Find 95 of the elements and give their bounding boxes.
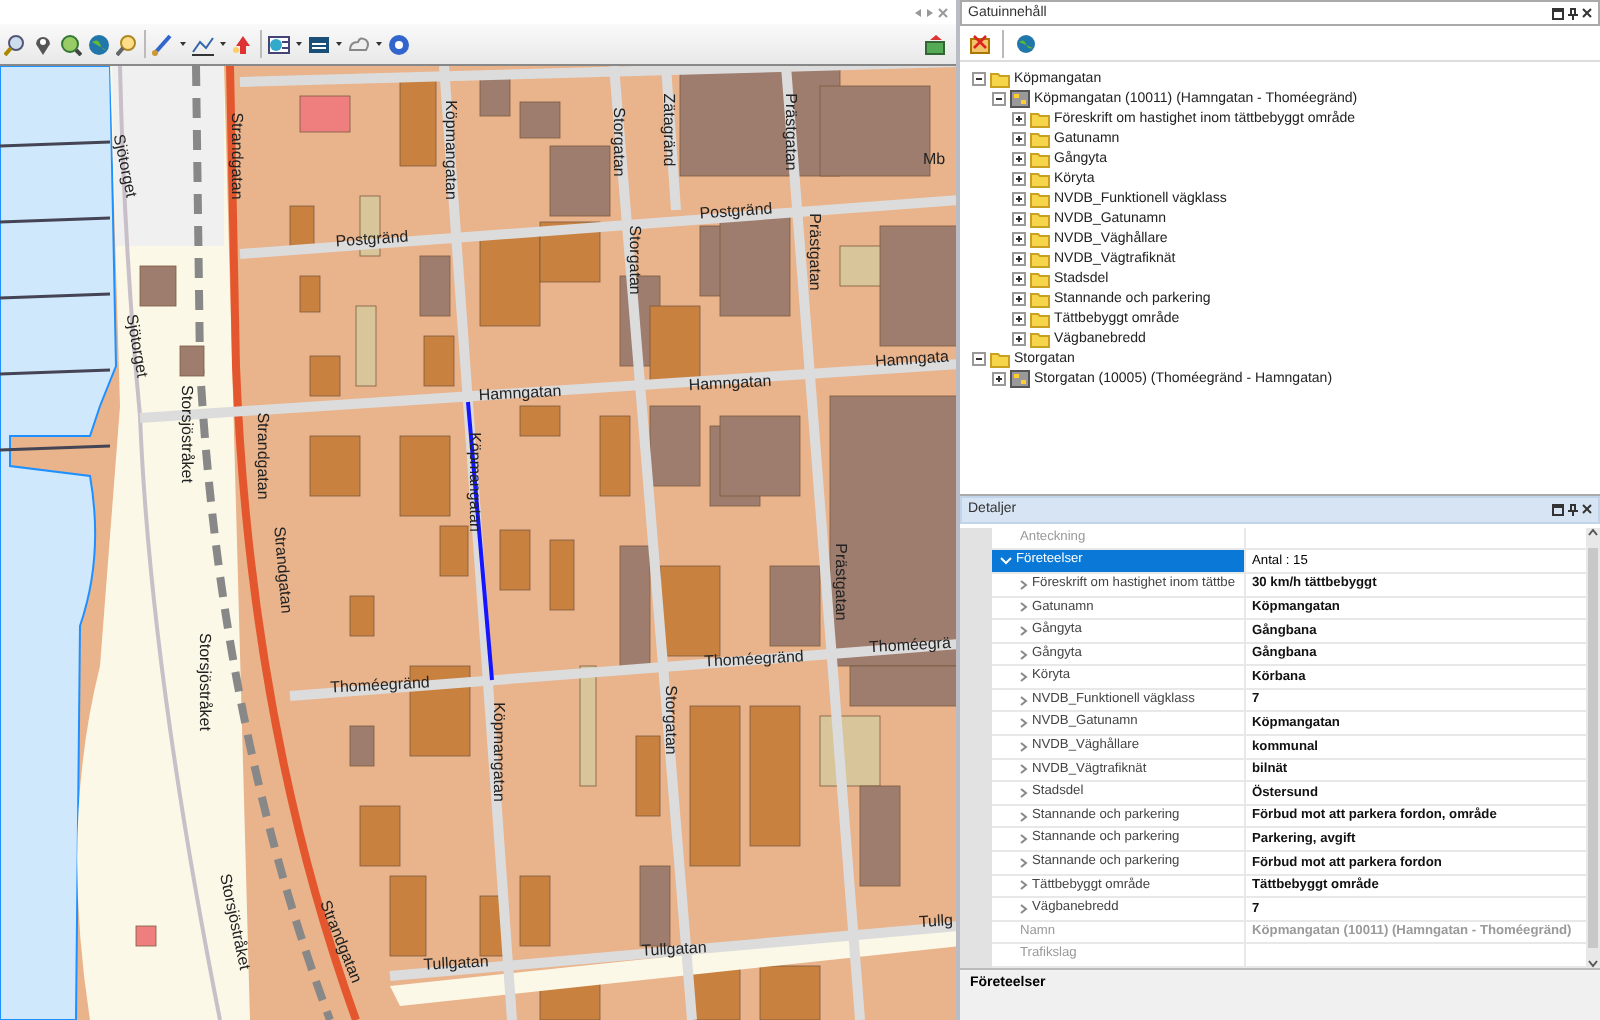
- expand-icon[interactable]: [1012, 171, 1026, 185]
- chevron-right-icon[interactable]: [1020, 741, 1028, 752]
- zoom-extent-icon[interactable]: [60, 33, 82, 55]
- chevron-right-icon[interactable]: [1020, 579, 1028, 590]
- scroll-right-icon[interactable]: [926, 7, 934, 17]
- street-label: Strandgatan: [254, 412, 270, 500]
- chevron-down-icon[interactable]: [1000, 556, 1012, 567]
- street-label: Prästgatan: [832, 543, 848, 621]
- expand-icon[interactable]: [1012, 291, 1026, 305]
- expand-icon[interactable]: [1012, 111, 1026, 125]
- close-icon[interactable]: [1582, 8, 1592, 19]
- dropdown-caret-icon[interactable]: [220, 42, 226, 46]
- chevron-right-icon[interactable]: [1020, 834, 1028, 845]
- street-label: Köpmangatan: [442, 100, 458, 200]
- table-icon[interactable]: [308, 33, 330, 55]
- street-label: Tullg: [918, 913, 954, 931]
- dropdown-caret-icon[interactable]: [336, 42, 342, 46]
- street-label: Strandgatan: [228, 112, 244, 200]
- scroll-up-icon[interactable]: [1588, 527, 1598, 536]
- dropdown-caret-icon[interactable]: [296, 42, 302, 46]
- maximize-icon[interactable]: [1552, 503, 1564, 516]
- collapse-icon[interactable]: [992, 91, 1006, 105]
- street-label: Prästgatan: [806, 213, 822, 291]
- street-label: Thoméegrä: [868, 635, 952, 657]
- street-label: Köpmangatan: [490, 702, 506, 802]
- globe-icon[interactable]: [1016, 33, 1036, 54]
- expand-icon[interactable]: [1012, 311, 1026, 325]
- dropdown-caret-icon[interactable]: [180, 42, 186, 46]
- street-label: Storgatan: [662, 685, 678, 755]
- expand-icon[interactable]: [1012, 271, 1026, 285]
- pin-icon[interactable]: [1568, 7, 1578, 20]
- scroll-down-icon[interactable]: [1588, 960, 1598, 969]
- zoom-icon[interactable]: [4, 33, 26, 55]
- street-label: Tullgatan: [641, 940, 707, 960]
- grid-icon: [1010, 369, 1030, 387]
- street-label: Storsjöstråket: [196, 633, 212, 731]
- chevron-right-icon[interactable]: [1020, 672, 1028, 683]
- chevron-right-icon[interactable]: [1020, 649, 1028, 659]
- chevron-right-icon[interactable]: [1020, 695, 1028, 706]
- pin-icon[interactable]: [1568, 503, 1578, 516]
- street-label: Postgränd: [335, 229, 409, 251]
- brush-icon[interactable]: [152, 33, 174, 55]
- expand-icon[interactable]: [992, 371, 1006, 385]
- collapse-icon[interactable]: [972, 351, 986, 365]
- scroll-left-icon[interactable]: [914, 7, 922, 17]
- street-label: Zätagränd: [660, 93, 676, 167]
- chevron-right-icon[interactable]: [1020, 880, 1028, 891]
- street-label: Hamngatan: [478, 383, 562, 405]
- dropdown-caret-icon[interactable]: [376, 42, 382, 46]
- help-icon[interactable]: [388, 33, 410, 55]
- street-label: Köpmangatan: [466, 432, 482, 532]
- street-label: Postgränd: [699, 201, 773, 223]
- expand-icon[interactable]: [1012, 151, 1026, 165]
- maximize-icon[interactable]: [1552, 7, 1564, 20]
- street-label: Hamngatan: [688, 373, 772, 395]
- magnifier-icon[interactable]: [116, 33, 138, 55]
- layer-list-icon[interactable]: [268, 33, 290, 55]
- street-label: Storgatan: [610, 107, 626, 177]
- folder-icon: [990, 69, 1010, 87]
- street-label: Thoméegränd: [329, 675, 431, 697]
- expand-icon[interactable]: [1012, 231, 1026, 245]
- arrow-up-icon[interactable]: [232, 33, 254, 55]
- add-layer-icon[interactable]: [924, 33, 946, 55]
- chevron-right-icon[interactable]: [1020, 625, 1028, 636]
- street-label: Storgatan: [626, 225, 642, 295]
- scrollbar[interactable]: [1586, 527, 1600, 969]
- expand-icon[interactable]: [1012, 191, 1026, 205]
- expand-icon[interactable]: [1012, 211, 1026, 225]
- street-label: Sjötorget: [109, 133, 139, 199]
- expand-icon[interactable]: [1012, 131, 1026, 145]
- street-label: Sjötorget: [122, 313, 150, 379]
- street-label: Thoméegränd: [703, 649, 805, 671]
- street-label: Storsjöstråket: [178, 385, 194, 483]
- expand-icon[interactable]: [1012, 251, 1026, 265]
- street-label: Hamngata: [874, 349, 950, 371]
- chevron-right-icon[interactable]: [1020, 718, 1028, 729]
- street-label: Tullgatan: [423, 954, 489, 974]
- grid-icon: [1010, 89, 1030, 107]
- clear-folder-icon[interactable]: [970, 33, 990, 54]
- street-label: Prästgatan: [782, 93, 798, 171]
- location-pin-icon[interactable]: [32, 33, 54, 55]
- chevron-right-icon[interactable]: [1020, 857, 1028, 868]
- expand-icon[interactable]: [1012, 331, 1026, 345]
- street-label: Mb: [922, 152, 946, 168]
- chevron-right-icon[interactable]: [1020, 904, 1028, 915]
- chevron-right-icon[interactable]: [1020, 788, 1028, 799]
- chevron-right-icon[interactable]: [1020, 602, 1028, 613]
- chevron-right-icon[interactable]: [1020, 811, 1028, 822]
- street-label: Strandgatan: [270, 525, 294, 615]
- collapse-icon[interactable]: [972, 71, 986, 85]
- globe-icon[interactable]: [88, 33, 110, 55]
- close-icon[interactable]: [1582, 504, 1592, 515]
- line-chart-icon[interactable]: [192, 33, 214, 55]
- scrollbar-thumb[interactable]: [1588, 547, 1598, 949]
- chevron-right-icon[interactable]: [1020, 764, 1028, 775]
